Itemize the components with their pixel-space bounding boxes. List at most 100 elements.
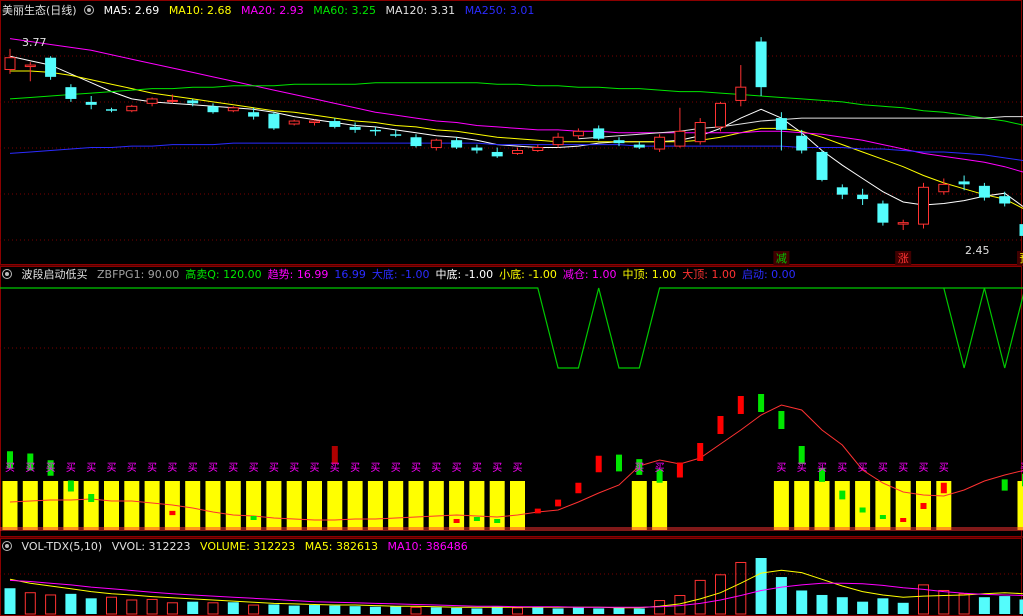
buy-label: 买 bbox=[330, 462, 340, 474]
circle-menu-icon[interactable] bbox=[84, 5, 95, 15]
volume-bar bbox=[410, 606, 422, 615]
buy-zone-bar bbox=[307, 481, 322, 530]
chart-canvas[interactable]: 减涨预买买买买买买买买买买买买买买买买买买买买买买买买买买买买买买买买买买买买买… bbox=[0, 0, 1023, 616]
buy-zone-bar bbox=[834, 481, 850, 530]
buy-zone-bar bbox=[2, 481, 18, 530]
buy-label: 买 bbox=[46, 462, 56, 474]
buy-zone-bar bbox=[83, 481, 99, 530]
candle-body bbox=[816, 151, 828, 180]
candle-body bbox=[390, 134, 402, 136]
circle-menu-icon[interactable] bbox=[2, 541, 12, 551]
signal-bar bbox=[595, 455, 602, 473]
buy-zone-bar bbox=[286, 481, 302, 530]
buy-label: 买 bbox=[634, 462, 644, 474]
candle bbox=[978, 182, 990, 201]
volume-bar bbox=[593, 608, 605, 614]
buy-zone-bar bbox=[388, 481, 404, 530]
buy-zone-bar bbox=[367, 481, 383, 530]
signal-bar bbox=[616, 454, 622, 472]
indicator-param-0: ZBFPG1: 90.00 bbox=[97, 268, 180, 281]
buy-zone-bar bbox=[246, 481, 262, 530]
candle bbox=[329, 118, 341, 129]
signal-bar bbox=[839, 490, 846, 500]
volume-bar bbox=[288, 605, 300, 614]
buy-label: 买 bbox=[269, 462, 279, 474]
volume-bar bbox=[248, 604, 260, 615]
candle bbox=[451, 137, 463, 150]
buy-label: 买 bbox=[878, 462, 888, 474]
buy-label: 买 bbox=[797, 462, 807, 474]
volume-panel-title: VOL-TDX(5,10) bbox=[21, 540, 103, 553]
candle bbox=[410, 134, 422, 148]
candle bbox=[532, 144, 544, 152]
buy-label: 买 bbox=[655, 462, 665, 474]
signal-bar bbox=[859, 507, 866, 513]
candle-body bbox=[65, 87, 77, 99]
signal-bar bbox=[331, 446, 338, 464]
buy-zone-bar bbox=[144, 481, 160, 530]
volume-label: VOLUME: 312223 bbox=[200, 540, 296, 553]
candle bbox=[491, 147, 503, 158]
volume-bar bbox=[836, 597, 848, 614]
buy-zone-bar bbox=[408, 481, 424, 530]
candle bbox=[4, 48, 16, 74]
candle-body bbox=[24, 64, 36, 68]
volume-bar bbox=[106, 596, 117, 615]
candle bbox=[735, 65, 747, 107]
buy-label: 买 bbox=[289, 462, 299, 474]
candle-body bbox=[755, 41, 767, 88]
volume-bar bbox=[512, 607, 523, 615]
buy-label: 买 bbox=[858, 462, 868, 474]
ma-line-ma10 bbox=[10, 70, 1023, 209]
candle-body bbox=[85, 101, 97, 105]
volume-bar bbox=[309, 605, 320, 614]
volume-ma5-line bbox=[9, 569, 1023, 609]
buy-label: 买 bbox=[472, 462, 482, 474]
ma120-label: MA120: 3.31 bbox=[385, 4, 456, 17]
volume-panel-header: VOL-TDX(5,10) VVOL: 312223 VOLUME: 31222… bbox=[2, 540, 474, 554]
candle-body bbox=[613, 140, 625, 144]
volume-ma10-line bbox=[9, 579, 1023, 608]
volume-bar bbox=[45, 594, 57, 615]
buy-label: 买 bbox=[167, 462, 177, 474]
buy-label: 买 bbox=[837, 462, 847, 474]
candle bbox=[877, 200, 889, 226]
vol-ma5-label: MA5: 382613 bbox=[304, 540, 379, 553]
volume-bar bbox=[877, 598, 889, 614]
signal-bar bbox=[453, 519, 460, 523]
buy-zone-bar bbox=[895, 481, 911, 530]
buy-label: 买 bbox=[411, 462, 421, 474]
indicator-param-5: 中底: -1.00 bbox=[435, 268, 494, 281]
indicator-param-6: 小底: -1.00 bbox=[499, 268, 557, 281]
signal-bar bbox=[778, 411, 785, 429]
circle-menu-icon[interactable] bbox=[2, 269, 12, 279]
candle-body bbox=[715, 102, 726, 128]
candle-body bbox=[918, 186, 929, 225]
main-panel-title: 美丽生态(日线) bbox=[2, 4, 77, 17]
signal-tag-text: 预 bbox=[1020, 252, 1023, 265]
buy-zone-bar bbox=[124, 481, 140, 530]
ma-line-ma120 bbox=[578, 116, 1023, 140]
candle bbox=[816, 150, 828, 182]
candle-body bbox=[451, 140, 463, 148]
candle-body bbox=[309, 120, 320, 124]
volume-bar bbox=[85, 598, 97, 614]
signal-bar bbox=[940, 482, 947, 494]
indicator-param-8: 中顶: 1.00 bbox=[622, 268, 677, 281]
ma60-label: MA60: 3.25 bbox=[313, 4, 376, 17]
candle bbox=[65, 84, 77, 102]
candle bbox=[897, 219, 909, 231]
volume-bar bbox=[796, 590, 808, 614]
volume-bar bbox=[715, 574, 726, 615]
panel-frame bbox=[0, 0, 1022, 265]
buy-label: 买 bbox=[228, 462, 238, 474]
indicator-panel-title: 波段启动低买 bbox=[21, 268, 88, 281]
indicator-param-9: 大顶: 1.00 bbox=[682, 268, 736, 281]
buy-zone-bar bbox=[652, 481, 668, 530]
low-price-marker: 2.45 bbox=[965, 244, 990, 257]
buy-zone-bar bbox=[347, 481, 363, 530]
candle-body bbox=[775, 118, 787, 130]
ma250-label: MA250: 3.01 bbox=[464, 4, 535, 17]
buy-label: 买 bbox=[147, 462, 157, 474]
candle bbox=[126, 104, 138, 113]
